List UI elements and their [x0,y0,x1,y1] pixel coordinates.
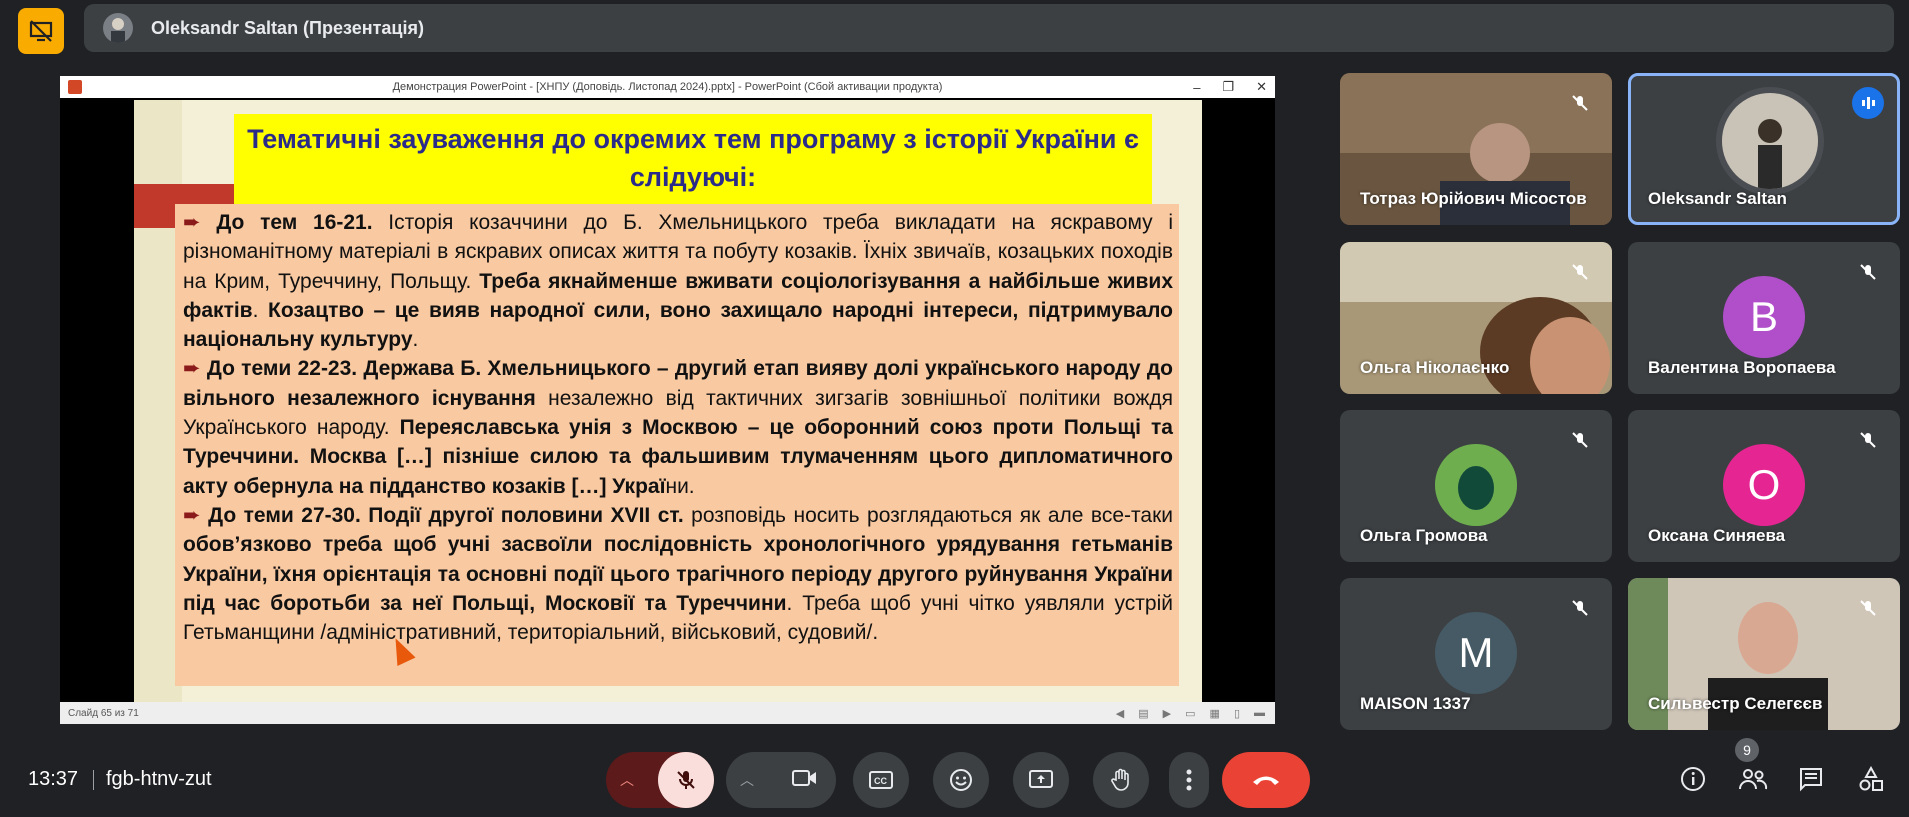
menu-icon[interactable]: ▤ [1138,707,1148,720]
participant-tile[interactable]: О Оксана Синяева [1628,410,1900,562]
participant-tile[interactable]: В Валентина Воропаева [1628,242,1900,394]
captions-icon: CC [869,771,893,789]
more-vert-icon [1186,769,1192,791]
people-icon[interactable] [1738,764,1768,794]
bullet-arrow-icon: ➨ [183,357,201,381]
svg-text:CC: CC [874,776,887,786]
clock: 13:37 [28,768,79,790]
participant-name: Тотраз Юрійович Місостов [1360,189,1587,208]
leave-call-button[interactable] [1222,752,1310,808]
mic-off-icon [1568,428,1592,452]
avatar: M [1435,612,1517,694]
captions-button[interactable]: CC [853,752,909,808]
paragraph-2: ➨ До теми 22-23. Держава Б. Хмельницьког… [183,357,1174,498]
participant-name: MAISON 1337 [1360,694,1471,713]
paragraph-1: ➨ До тем 16-21. Історія козаччини до Б. … [183,211,1174,352]
participant-tile[interactable]: Сильвестр Селегєєв [1628,578,1900,730]
participant-tile[interactable]: Ольга Громова [1340,410,1612,562]
participant-tile[interactable]: Oleksandr Saltan [1628,73,1900,225]
participant-name: Ольга Громова [1360,526,1488,545]
present-screen-icon [1029,770,1053,788]
camera-group: ︿ [726,752,836,808]
camera-icon[interactable] [792,768,818,793]
slide-content: ➨ До тем 16-21. Історія козаччини до Б. … [175,204,1179,686]
avatar [1716,87,1824,195]
mic-off-icon [677,771,695,789]
speaking-indicator-icon [1852,87,1884,119]
participant-name: Ольга Ніколаєнко [1360,358,1510,377]
slide-title: Тематичні зауваження до окремих тем прог… [234,114,1152,204]
bottom-bar: 13:37 fgb-htnv-zut ︿ ︿ CC 9 [0,738,1909,812]
chevron-up-icon[interactable]: ︿ [620,770,634,790]
next-slide-icon[interactable]: ▶ [1163,707,1171,720]
sorter-view-icon[interactable]: ▦ [1210,707,1220,720]
more-options-button[interactable] [1169,752,1209,808]
mic-off-icon [1856,428,1880,452]
participant-name: Сильвестр Селегєєв [1648,694,1823,713]
mic-off-icon [1568,260,1592,284]
participant-name: Oleksandr Saltan [1648,189,1787,208]
bullet-arrow-icon: ➨ [183,503,201,527]
slide: Тематичні зауваження до окремих тем прог… [134,100,1202,702]
slide-counter: Слайд 65 из 71 [68,707,139,719]
present-button[interactable] [1013,752,1069,808]
shared-screen: Демонстрация PowerPoint - [ХНПУ (Доповід… [60,76,1275,724]
mic-off-button[interactable] [658,752,714,808]
emoji-button[interactable] [933,752,989,808]
mic-group: ︿ [606,752,714,808]
activities-icon[interactable] [1856,764,1886,794]
presenter-chip[interactable]: Oleksandr Saltan (Презентація) [84,4,1894,52]
avatar: В [1723,276,1805,358]
emoji-icon [950,769,972,791]
prev-slide-icon[interactable]: ◀ [1116,707,1124,720]
mic-off-icon [1856,260,1880,284]
divider [93,770,94,790]
participant-tile[interactable]: Ольга Ніколаєнко [1340,242,1612,394]
chevron-up-icon[interactable]: ︿ [740,770,754,790]
participant-tile[interactable]: Тотраз Юрійович Місостов [1340,73,1612,225]
participant-tile[interactable]: M MAISON 1337 [1340,578,1612,730]
hand-icon [1111,768,1129,791]
info-icon[interactable] [1678,764,1708,794]
avatar [1435,444,1517,526]
avatar: О [1723,444,1805,526]
participant-name: Валентина Воропаева [1648,358,1836,377]
normal-view-icon[interactable]: ▭ [1185,707,1195,720]
participant-count-badge: 9 [1735,738,1759,762]
bullet-arrow-icon: ➨ [183,211,201,234]
chat-icon[interactable] [1796,764,1826,794]
ppt-window-title: Демонстрация PowerPoint - [ХНПУ (Доповід… [392,81,943,93]
slideshow-view-icon[interactable]: ▬ [1254,707,1265,720]
participant-name: Оксана Синяева [1648,526,1786,545]
mic-off-icon [1568,596,1592,620]
reading-view-icon[interactable]: ▯ [1234,707,1240,720]
mic-off-icon [1568,91,1592,115]
mic-off-icon [1856,596,1880,620]
presenter-label: Oleksandr Saltan (Презентація) [151,17,424,38]
raise-hand-button[interactable] [1093,752,1149,808]
presenter-avatar [103,13,133,43]
close-icon[interactable]: ✕ [1256,79,1267,95]
restore-icon[interactable]: ❐ [1222,79,1234,95]
ppt-status-bar: Слайд 65 из 71 ◀ ▤ ▶ ▭ ▦ ▯ ▬ [60,702,1275,724]
paragraph-3: ➨ До теми 27-30. Події другої половини X… [183,503,1173,645]
presentation-icon[interactable] [18,8,64,54]
top-bar: Oleksandr Saltan (Презентація) [0,0,1909,56]
minimize-icon[interactable]: ‒ [1193,80,1200,95]
meeting-code: fgb-htnv-zut [106,768,212,790]
ppt-title-bar: Демонстрация PowerPoint - [ХНПУ (Доповід… [60,76,1275,98]
hang-up-icon [1253,776,1279,785]
